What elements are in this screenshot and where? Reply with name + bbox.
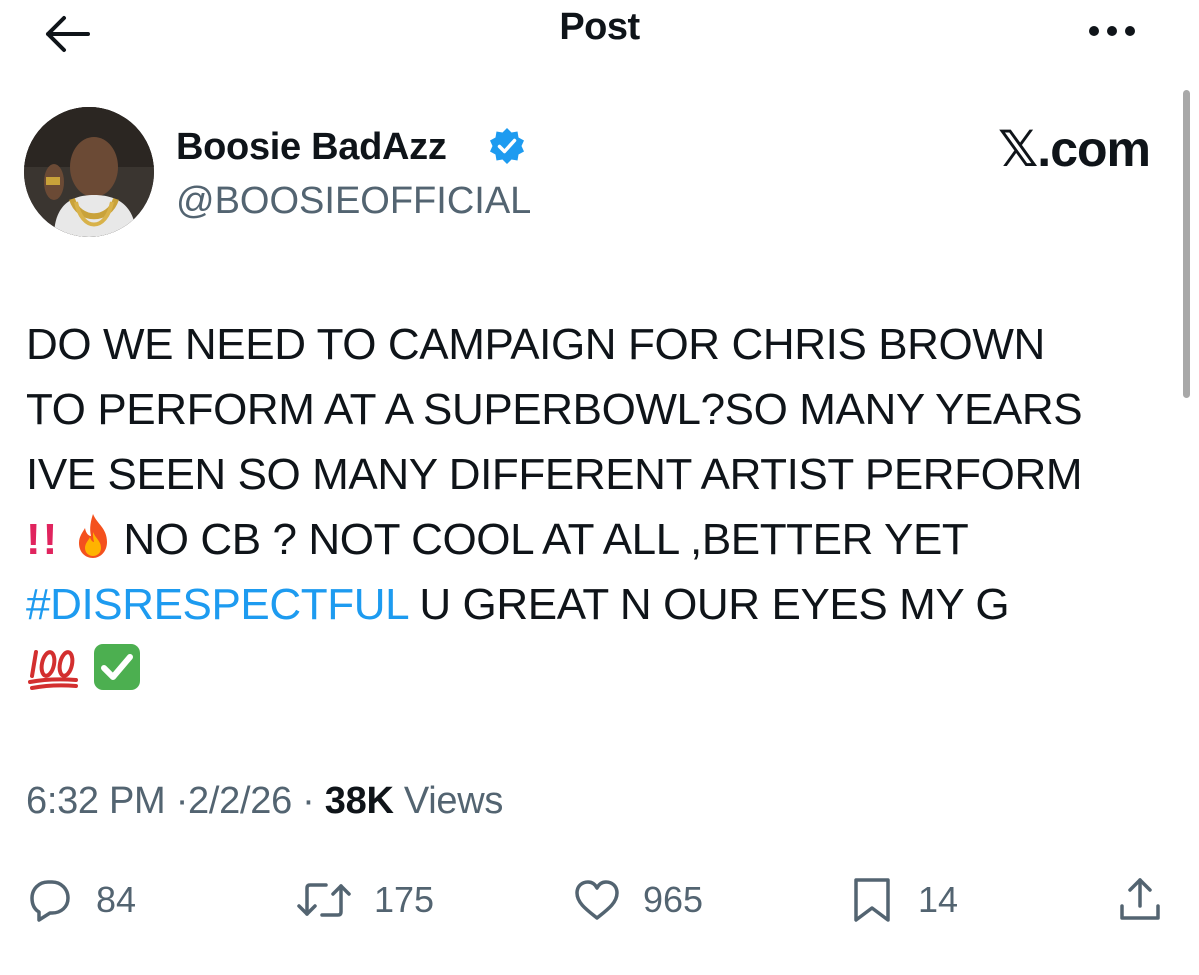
post-text-line: IVE SEEN SO MANY DIFFERENT ARTIST PERFOR… [26,450,1083,499]
action-bar: 84 175 965 14 [0,860,1199,940]
post-date[interactable]: 2/2/26 [188,780,292,822]
repost-button[interactable]: 175 [296,870,434,930]
x-com-watermark: 𝕏.com [998,121,1151,177]
bookmark-count: 14 [918,879,959,920]
repost-icon [297,883,351,917]
check-mark-button-icon [94,644,140,690]
hundred-points-icon [28,650,78,690]
author-handle[interactable]: @BOOSIEOFFICIAL [176,180,531,223]
reply-button[interactable]: 84 [26,870,136,930]
post-text-line: TO PERFORM AT A SUPERBOWL?SO MANY YEARS [26,385,1083,434]
share-icon [1120,878,1160,920]
more-options-button[interactable] [1082,16,1142,46]
bookmark-button[interactable]: 14 [848,870,958,930]
avatar[interactable] [24,107,154,237]
post-text-line: DO WE NEED TO CAMPAIGN FOR CHRIS BROWN [26,320,1045,369]
fire-icon [79,514,108,558]
reply-icon [30,880,70,922]
post-text: DO WE NEED TO CAMPAIGN FOR CHRIS BROWN T… [26,312,1176,702]
post-text-line: !! NO CB ? NOT COOL AT ALL ,BETTER YET [26,507,1176,572]
more-horizontal-icon [1089,26,1135,36]
reply-count: 84 [96,879,137,920]
post-text-segment: NO CB ? NOT COOL AT ALL ,BETTER YET [123,515,969,564]
heart-icon [575,880,619,920]
double-exclamation-icon: !! [26,515,60,564]
views-label: Views [403,780,504,822]
top-navigation-bar: Post [0,0,1199,64]
meta-separator: · [302,780,315,822]
scrollbar[interactable] [1183,90,1190,398]
like-count: 965 [643,879,704,920]
post-text-line [26,637,1176,702]
verified-badge-icon [487,126,527,166]
author-display-name[interactable]: Boosie BadAzz [176,126,447,169]
hashtag-link[interactable]: #DISRESPECTFUL [26,580,408,629]
page-title: Post [559,6,640,48]
post-text-segment: U GREAT N OUR EYES MY G [407,580,1010,629]
views-count[interactable]: 38K [325,780,394,822]
post-text-line: #DISRESPECTFUL U GREAT N OUR EYES MY G [26,572,1176,637]
share-button[interactable] [1116,870,1164,930]
like-button[interactable]: 965 [573,870,703,930]
post-time[interactable]: 6:32 PM [26,780,166,822]
meta-separator: · [175,780,189,822]
avatar-image [24,107,154,237]
bookmark-icon [854,878,890,922]
repost-count: 175 [374,879,435,920]
post-metadata: 6:32 PM ·2/2/26 · 38K Views [26,780,503,823]
